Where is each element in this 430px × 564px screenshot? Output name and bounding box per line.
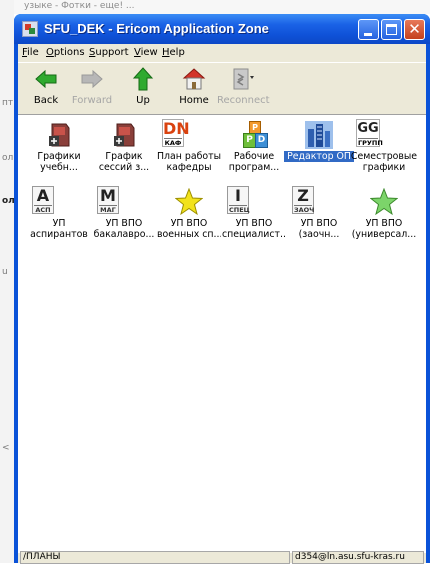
app-label: УП ВПО военных сп... — [157, 218, 221, 240]
background-text-fragment: пт — [2, 98, 14, 108]
status-path: /ПЛАНЫ — [20, 551, 290, 564]
desktop-background-top: узыке - Фотки - еще! ... — [0, 0, 430, 14]
red-document-icon — [49, 123, 70, 147]
app-label: Графики учебн... — [37, 151, 81, 173]
app-label: УП ВПО специалист... — [222, 218, 286, 240]
up-arrow-icon — [132, 67, 154, 91]
app-item-rabochie-programmy[interactable]: Р Р D Рабочие програм... — [224, 119, 284, 177]
reconnect-icon — [233, 68, 254, 90]
app-label-selected: Редактор ОП — [284, 151, 354, 162]
app-label: УП аспирантов — [30, 218, 88, 240]
forward-label: Forward — [71, 95, 113, 106]
app-window: SFU_DEK - Ericom Application Zone ✕ File… — [14, 14, 430, 564]
background-text-fragment: ол — [2, 153, 14, 163]
reconnect-button[interactable]: Reconnect — [217, 65, 270, 111]
app-label: Рабочие програм... — [228, 151, 280, 173]
toolbar: Back Forward Up Home Reconnect — [18, 62, 426, 114]
app-item-up-vpo-specialist[interactable]: I СПЕЦ УП ВПО специалист... — [222, 186, 286, 244]
i-spec-icon: I СПЕЦ — [227, 186, 250, 214]
yellow-star-icon — [175, 188, 203, 216]
rpd-blocks-icon: Р Р D — [240, 121, 268, 149]
window-title: SFU_DEK - Ericom Application Zone — [44, 21, 269, 36]
a-asp-icon: A АСП — [32, 186, 54, 214]
desktop-background-left: пт ол ол u < — [0, 0, 15, 563]
app-label: График сессий з... — [98, 151, 150, 173]
status-bar: /ПЛАНЫ d354@ln.asu.sfu-kras.ru — [18, 551, 426, 564]
app-item-up-vpo-voennyh[interactable]: УП ВПО военных сп... — [157, 186, 221, 244]
red-document-icon — [114, 123, 135, 147]
app-item-up-vpo-bakalavr[interactable]: M МАГ УП ВПО бакалавро... — [94, 186, 154, 244]
z-zaoch-icon: Z ЗАОЧ — [292, 186, 315, 214]
menu-file[interactable]: File — [22, 47, 39, 58]
app-item-up-aspirantov[interactable]: A АСП УП аспирантов — [29, 186, 89, 244]
app-icon[interactable] — [22, 21, 38, 37]
background-window-title: узыке - Фотки - еще! ... — [24, 1, 135, 11]
close-button[interactable]: ✕ — [404, 19, 425, 40]
menu-help[interactable]: Help — [162, 47, 185, 58]
menu-bar: File Options Support View Help — [18, 44, 426, 62]
minimize-icon — [364, 33, 372, 36]
app-item-grafiki-uchebn[interactable]: Графики учебн... — [29, 119, 89, 177]
back-button[interactable]: Back — [21, 65, 71, 111]
background-text-fragment: ол — [2, 196, 15, 206]
home-icon — [182, 68, 206, 90]
maximize-button[interactable] — [381, 19, 402, 40]
close-icon: ✕ — [408, 20, 421, 38]
app-label: УП ВПО (заочн... — [298, 218, 340, 240]
applications-view: Графики учебн... График сессий з... DN К… — [18, 114, 426, 553]
menu-options[interactable]: Options — [46, 47, 85, 58]
background-text-fragment: < — [2, 443, 10, 453]
home-label: Home — [179, 95, 209, 106]
back-label: Back — [33, 95, 59, 106]
app-item-up-vpo-universal[interactable]: УП ВПО (универсал... — [352, 186, 416, 244]
app-item-redaktor-op[interactable]: Редактор ОП — [284, 119, 354, 177]
app-item-plan-raboty-kafedry[interactable]: DN КАФ План работы кафедры — [157, 119, 221, 177]
app-label: УП ВПО бакалавро... — [93, 218, 155, 240]
up-button[interactable]: Up — [118, 65, 168, 111]
menu-view[interactable]: View — [134, 47, 158, 58]
status-user: d354@ln.asu.sfu-kras.ru — [292, 551, 424, 564]
minimize-button[interactable] — [358, 19, 379, 40]
dn-kaf-icon: DN КАФ — [162, 119, 190, 147]
buildings-icon — [305, 121, 333, 149]
back-arrow-icon — [35, 69, 57, 89]
home-button[interactable]: Home — [169, 65, 219, 111]
maximize-icon — [386, 24, 397, 35]
forward-arrow-icon — [81, 69, 103, 89]
app-label: УП ВПО (универсал... — [351, 218, 417, 240]
m-mag-icon: M МАГ — [97, 186, 119, 214]
up-label: Up — [136, 95, 150, 106]
menu-support[interactable]: Support — [89, 47, 129, 58]
reconnect-label: Reconnect — [217, 95, 270, 106]
app-label: План работы кафедры — [157, 151, 221, 173]
green-star-icon — [370, 188, 398, 216]
app-item-up-vpo-zaochn[interactable]: Z ЗАОЧ УП ВПО (заочн... — [289, 186, 349, 244]
app-label: Семестровые графики — [350, 151, 418, 173]
app-item-semestrovye-grafiki[interactable]: GG ГРУПП Семестровые графики — [351, 119, 417, 177]
app-item-grafik-sessiy[interactable]: График сессий з... — [94, 119, 154, 177]
forward-button[interactable]: Forward — [67, 65, 117, 111]
background-text-fragment: u — [2, 267, 8, 277]
gg-grup-icon: GG ГРУПП — [356, 119, 383, 147]
title-bar[interactable]: SFU_DEK - Ericom Application Zone ✕ — [14, 14, 430, 44]
